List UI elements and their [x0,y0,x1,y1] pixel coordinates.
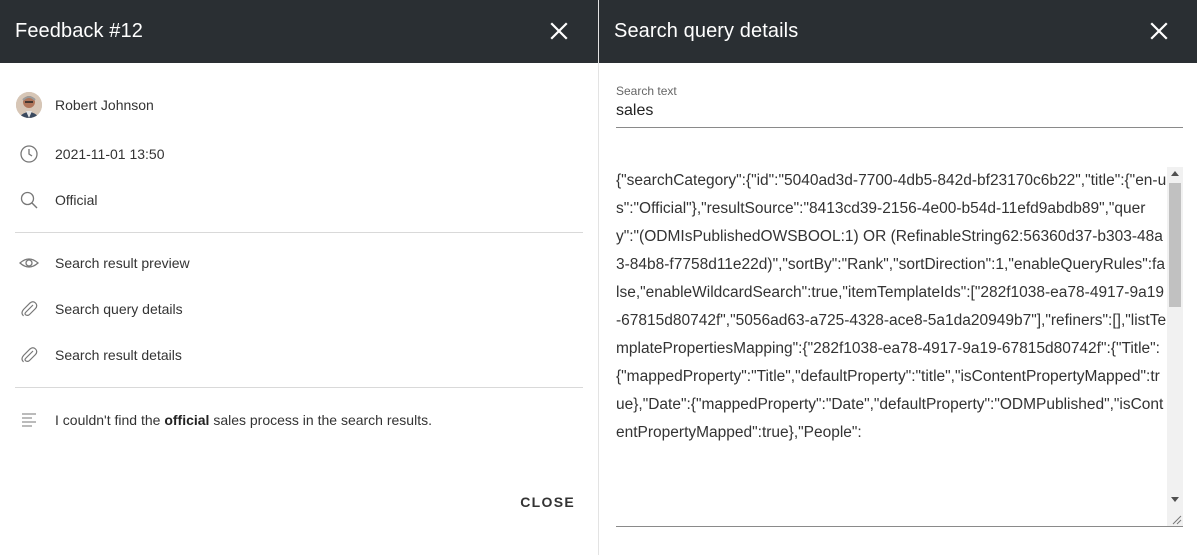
eye-icon [19,258,39,268]
comment-row: I couldn't find the official sales proce… [15,406,432,434]
user-name: Robert Johnson [55,97,154,113]
date-row: 2021-11-01 13:50 [15,140,165,168]
avatar [16,92,42,118]
comment-text-before: I couldn't find the [55,412,165,428]
scrollbar[interactable] [1167,167,1183,526]
search-text-field[interactable]: sales [616,102,1183,128]
query-json-text[interactable]: {"searchCategory":{"id":"5040ad3d-7700-4… [616,167,1167,447]
link-search-result-details[interactable]: Search result details [15,341,182,369]
feedback-comment: I couldn't find the official sales proce… [55,412,432,428]
paperclip-icon [21,347,38,363]
query-json-textarea[interactable]: {"searchCategory":{"id":"5040ad3d-7700-4… [616,167,1183,527]
clock-icon [20,145,38,163]
feedback-title: Feedback #12 [15,20,143,42]
scroll-down-arrow-icon[interactable] [1171,497,1179,502]
details-title: Search query details [614,20,799,42]
feedback-panel: Feedback #12 Robert Johnson 2021-11-01 1… [0,0,598,555]
divider [15,387,583,388]
scroll-up-arrow-icon[interactable] [1171,171,1179,176]
paperclip-icon [21,301,38,317]
link-search-result-preview[interactable]: Search result preview [15,249,190,277]
link-label[interactable]: Search result details [55,347,182,363]
close-icon[interactable] [1149,21,1169,41]
comment-text-after: sales process in the search results. [209,412,432,428]
category-row: Official [15,186,98,214]
resize-grip-icon[interactable] [1170,513,1182,525]
search-text-label: Search text [616,84,677,98]
details-panel: Search query details Search text sales {… [598,0,1197,555]
comment-text-bold: official [164,412,210,428]
link-label[interactable]: Search result preview [55,255,190,271]
close-button[interactable]: CLOSE [520,494,575,510]
close-icon[interactable] [549,21,569,41]
link-label[interactable]: Search query details [55,301,183,317]
feedback-header: Feedback #12 [0,0,598,63]
feedback-date: 2021-11-01 13:50 [55,146,165,162]
divider [15,232,583,233]
search-icon [20,191,38,209]
user-row: Robert Johnson [15,91,154,119]
scrollbar-thumb[interactable] [1169,183,1181,307]
text-lines-icon [22,413,36,427]
details-header: Search query details [599,0,1197,63]
link-search-query-details[interactable]: Search query details [15,295,183,323]
search-category: Official [55,192,98,208]
